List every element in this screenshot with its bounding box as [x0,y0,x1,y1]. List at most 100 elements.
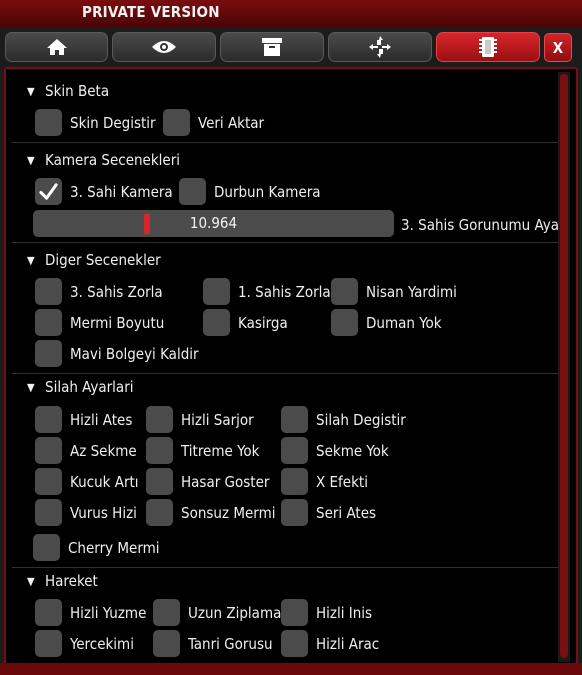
checkbox[interactable] [281,468,308,495]
checkbox[interactable] [153,599,180,626]
option-mavi-bolgeyi-kaldir[interactable]: Mavi Bolgeyi Kaldir [35,340,199,367]
option-sekme-yok[interactable]: Sekme Yok [281,437,389,464]
scrollbar-thumb[interactable] [560,74,568,658]
option-az-sekme[interactable]: Az Sekme [35,437,137,464]
section-title: Diger Secenekler [45,251,161,269]
checkbox[interactable] [281,499,308,526]
option-label: Hizli Yuzme [70,603,147,622]
checkbox[interactable] [35,340,62,367]
checkbox[interactable] [146,437,173,464]
option-label: Uzun Ziplama [188,603,282,622]
title-bar[interactable]: PRIVATE VERSION [0,0,582,27]
checkbox[interactable] [35,309,62,336]
option-nisan-yardimi[interactable]: Nisan Yardimi [331,278,457,305]
checkbox[interactable] [281,599,308,626]
option-label: Mavi Bolgeyi Kaldir [70,344,199,363]
checkbox[interactable] [179,178,206,205]
checkbox[interactable] [35,437,62,464]
option-sonsuz-mermi[interactable]: Sonsuz Mermi [146,499,275,526]
option-hizli-ates[interactable]: Hizli Ates [35,406,132,433]
collapse-arrow-icon: ▼ [27,85,35,98]
option-kasirga[interactable]: Kasirga [203,309,288,336]
section-header-other[interactable]: ▼ Diger Secenekler [27,251,161,269]
checkbox[interactable] [35,406,62,433]
option-tanri-gorusu[interactable]: Tanri Gorusu [153,630,273,657]
checkbox[interactable] [35,278,62,305]
option-label: Hasar Goster [181,472,270,491]
option-label: Tanri Gorusu [188,634,273,653]
option-1-sahis-zorla[interactable]: 1. Sahis Zorla [203,278,331,305]
option-label: Veri Aktar [198,113,265,132]
tab-aim[interactable] [328,32,432,62]
option-3-sahis-zorla[interactable]: 3. Sahis Zorla [35,278,163,305]
archive-icon [262,38,282,56]
option-label: 3. Sahi Kamera [70,182,173,201]
option-kucuk-arti[interactable]: Kucuk Artı [35,468,139,495]
option-titreme-yok[interactable]: Titreme Yok [146,437,259,464]
checkbox[interactable] [35,630,62,657]
tab-archive[interactable] [220,32,324,62]
option-label: Duman Yok [366,313,442,332]
section-header-skin[interactable]: ▼ Skin Beta [27,82,109,100]
section-divider [12,142,558,143]
option-mermi-boyutu[interactable]: Mermi Boyutu [35,309,164,336]
checkbox[interactable] [35,599,62,626]
option-hizli-yuzme[interactable]: Hizli Yuzme [35,599,146,626]
option-cherry-mermi[interactable]: Cherry Mermi [33,534,160,561]
section-divider [12,567,558,568]
option-durbun-kamera[interactable]: Durbun Kamera [179,178,321,205]
option-label: Hizli Inis [316,603,373,622]
checkbox[interactable] [331,309,358,336]
option-hizli-inis[interactable]: Hizli Inis [281,599,372,626]
close-button[interactable]: X [544,33,572,62]
option-label: Kasirga [238,313,288,332]
option-3-sahi-kamera[interactable]: 3. Sahi Kamera [35,178,173,205]
section-header-weapon[interactable]: ▼ Silah Ayarlari [27,378,134,396]
collapse-arrow-icon: ▼ [27,154,35,167]
tab-misc[interactable] [436,32,540,62]
checkbox-checked[interactable] [35,178,62,205]
option-silah-degistir[interactable]: Silah Degistir [281,406,406,433]
tab-bar: X [0,32,582,64]
collapse-arrow-icon: ▼ [27,381,35,394]
option-hizli-arac[interactable]: Hizli Arac [281,630,379,657]
tab-home[interactable] [5,32,108,62]
option-skin-degistir[interactable]: Skin Degistir [35,109,156,136]
option-vurus-hizi[interactable]: Vurus Hizi [35,499,137,526]
option-label: Titreme Yok [181,441,260,460]
checkbox[interactable] [153,630,180,657]
option-duman-yok[interactable]: Duman Yok [331,309,442,336]
checkbox[interactable] [203,309,230,336]
checkbox[interactable] [281,406,308,433]
section-title: Skin Beta [45,82,110,100]
section-header-movement[interactable]: ▼ Hareket [27,572,98,590]
checkbox[interactable] [331,278,358,305]
option-hasar-goster[interactable]: Hasar Goster [146,468,269,495]
crosshair-icon [369,36,391,58]
checkbox[interactable] [35,468,62,495]
fov-slider[interactable]: 10.964 [33,210,394,237]
option-label: Durbun Kamera [214,182,321,201]
checkbox[interactable] [146,468,173,495]
option-uzun-ziplama[interactable]: Uzun Ziplama [153,599,281,626]
checkbox[interactable] [33,534,60,561]
checkbox[interactable] [146,406,173,433]
checkbox[interactable] [281,437,308,464]
option-x-efekti[interactable]: X Efekti [281,468,368,495]
checkbox[interactable] [35,109,62,136]
checkbox[interactable] [35,499,62,526]
checkbox[interactable] [146,499,173,526]
tab-visuals[interactable] [112,32,216,62]
option-veri-aktar[interactable]: Veri Aktar [163,109,264,136]
checkbox[interactable] [281,630,308,657]
window-title: PRIVATE VERSION [82,3,220,21]
option-label: Cherry Mermi [68,538,160,557]
section-header-camera[interactable]: ▼ Kamera Secenekleri [27,151,180,169]
checkbox[interactable] [203,278,230,305]
checkmark-icon [39,183,58,200]
section-divider [12,373,558,374]
checkbox[interactable] [163,109,190,136]
option-seri-ates[interactable]: Seri Ates [281,499,376,526]
option-hizli-sarjor[interactable]: Hizli Sarjor [146,406,254,433]
option-yercekimi[interactable]: Yercekimi [35,630,134,657]
